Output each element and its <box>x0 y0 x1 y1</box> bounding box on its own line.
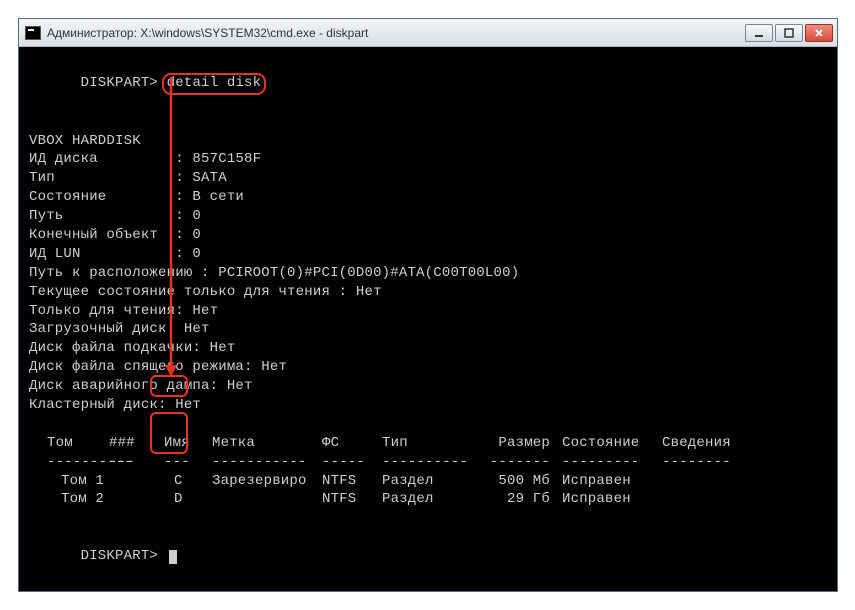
cell-type: Раздел <box>382 490 472 509</box>
col-status: Состояние <box>562 434 662 453</box>
blank-line <box>29 415 831 434</box>
detail-bool-line: Диск файла подкачки: Нет <box>29 339 831 358</box>
command-highlight: detail disk <box>163 74 266 94</box>
table-row: Том 1 CЗарезервироNTFSРаздел500 МбИсправе… <box>29 472 831 491</box>
detail-readonly-state: Текущее состояние только для чтения : Не… <box>29 283 831 302</box>
disk-name: VBOX HARDDISK <box>29 132 831 151</box>
table-row: Том 2 D NTFSРаздел29 ГбИсправен <box>29 490 831 509</box>
blank-line <box>29 113 831 132</box>
detail-bool-line: Загрузочный диск: Нет <box>29 320 831 339</box>
col-name: Имя <box>164 434 212 453</box>
cell-num <box>109 490 164 509</box>
cell-info <box>662 472 742 491</box>
window-title: Администратор: X:\windows\SYSTEM32\cmd.e… <box>47 26 745 40</box>
cell-type: Раздел <box>382 472 472 491</box>
cmd-window: Администратор: X:\windows\SYSTEM32\cmd.e… <box>18 18 838 592</box>
volume-table-header: Том ### Имя Метка ФС Тип Размер Состояни… <box>29 434 831 453</box>
prompt-line: DISKPART> <box>29 528 831 585</box>
detail-location: Путь к расположению : PCIROOT(0)#PCI(0D0… <box>29 264 831 283</box>
prompt-line: DISKPART> detail disk <box>29 55 831 113</box>
cell-status: Исправен <box>562 490 662 509</box>
volume-table-divider: ---------- --- --- ----------- ----- ---… <box>29 453 831 472</box>
cell-label: Зарезервиро <box>212 472 322 491</box>
col-num: ### <box>109 434 164 453</box>
detail-line: ИД LUN : 0 <box>29 245 831 264</box>
cell-status: Исправен <box>562 472 662 491</box>
cell-name: D <box>164 490 212 509</box>
detail-line: Конечный объект : 0 <box>29 226 831 245</box>
maximize-button[interactable] <box>775 24 803 42</box>
col-fs: ФС <box>322 434 382 453</box>
detail-bool-line: Кластерный диск: Нет <box>29 396 831 415</box>
blank-line <box>29 509 831 528</box>
cell-fs: NTFS <box>322 490 382 509</box>
close-icon <box>814 28 824 38</box>
command-text: detail disk <box>167 75 262 91</box>
cell-fs: NTFS <box>322 472 382 491</box>
console-output[interactable]: DISKPART> detail disk VBOX HARDDISK ИД д… <box>19 47 837 591</box>
cell-info <box>662 490 742 509</box>
detail-bool-line: Диск файла спящего режима: Нет <box>29 358 831 377</box>
prompt-label: DISKPART> <box>81 75 158 91</box>
col-size: Размер <box>472 434 562 453</box>
cell-num <box>109 472 164 491</box>
cursor <box>169 550 177 564</box>
window-controls <box>745 24 833 42</box>
cell-tom: Том 1 <box>29 472 109 491</box>
col-info: Сведения <box>662 434 742 453</box>
prompt-label: DISKPART> <box>81 548 158 564</box>
cell-size: 500 Мб <box>472 472 562 491</box>
col-tom: Том <box>29 434 109 453</box>
detail-bool-line: Диск аварийного дампа: Нет <box>29 377 831 396</box>
detail-line: Путь : 0 <box>29 207 831 226</box>
minimize-icon <box>754 28 764 38</box>
maximize-icon <box>784 28 794 38</box>
close-button[interactable] <box>805 24 833 42</box>
detail-bool-line: Только для чтения: Нет <box>29 302 831 321</box>
detail-line: Тип : SATA <box>29 169 831 188</box>
detail-line: ИД диска : 857C158F <box>29 150 831 169</box>
minimize-button[interactable] <box>745 24 773 42</box>
col-type: Тип <box>382 434 472 453</box>
cell-size: 29 Гб <box>472 490 562 509</box>
detail-line: Состояние : В сети <box>29 188 831 207</box>
title-bar[interactable]: Администратор: X:\windows\SYSTEM32\cmd.e… <box>19 19 837 47</box>
cmd-icon <box>25 26 41 40</box>
cell-label <box>212 490 322 509</box>
cell-name: C <box>164 472 212 491</box>
cell-tom: Том 2 <box>29 490 109 509</box>
col-label: Метка <box>212 434 322 453</box>
